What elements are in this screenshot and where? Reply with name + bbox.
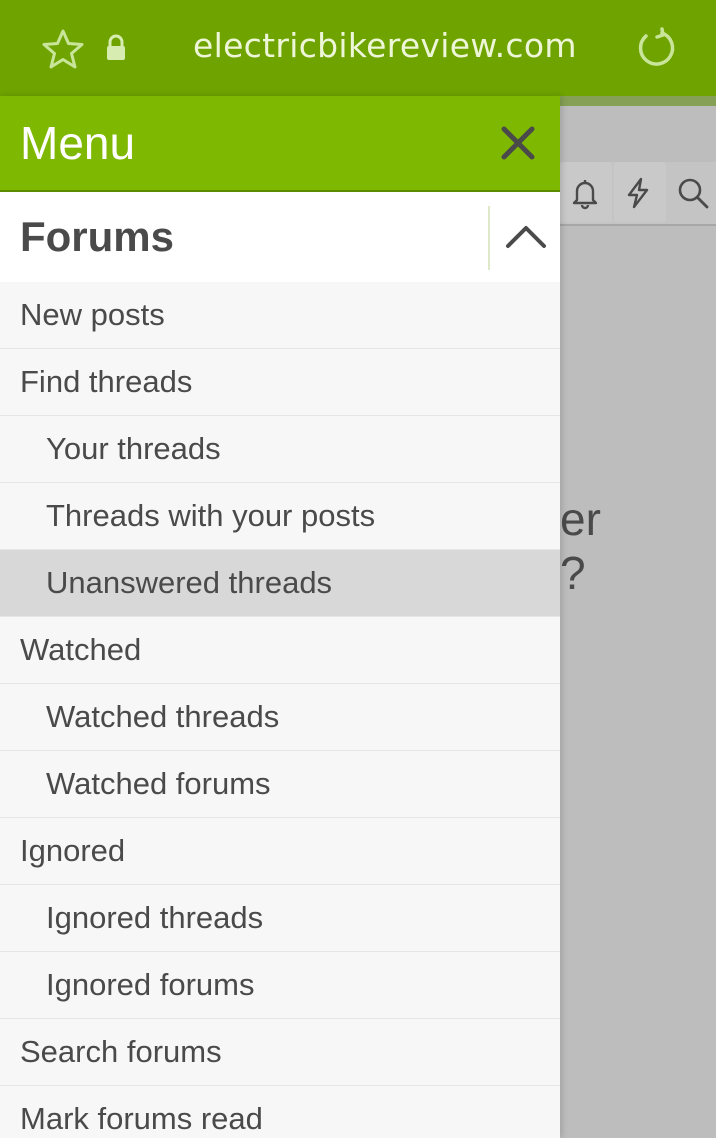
section-divider — [488, 206, 490, 270]
background-text-line-2: ? — [560, 547, 586, 599]
url-text[interactable]: electricbikereview.com — [193, 26, 577, 65]
menu-item-ignored[interactable]: Ignored — [0, 818, 560, 885]
close-icon — [501, 126, 535, 160]
drawer-title: Menu — [20, 117, 136, 169]
menu-item-your-threads[interactable]: Your threads — [0, 416, 560, 483]
section-header-forums[interactable]: Forums — [0, 192, 560, 282]
menu-item-watched[interactable]: Watched — [0, 617, 560, 684]
menu-item-ignored-forums[interactable]: Ignored forums — [0, 952, 560, 1019]
menu-item-ignored-threads[interactable]: Ignored threads — [0, 885, 560, 952]
menu-item-watched-threads[interactable]: Watched threads — [0, 684, 560, 751]
menu-item-search-forums[interactable]: Search forums — [0, 1019, 560, 1086]
drawer-header: Menu — [0, 96, 560, 192]
chevron-up-icon — [506, 226, 546, 248]
menu-item-new-posts[interactable]: New posts — [0, 282, 560, 349]
navigation-drawer: Menu Forums New posts Find threads Your th… — [0, 96, 560, 1138]
section-title[interactable]: Forums — [0, 213, 174, 261]
browser-url-bar: electricbikereview.com — [0, 0, 716, 96]
close-button[interactable] — [498, 123, 538, 163]
collapse-button[interactable] — [496, 212, 556, 262]
menu-item-find-threads[interactable]: Find threads — [0, 349, 560, 416]
menu-item-mark-forums-read[interactable]: Mark forums read — [0, 1086, 560, 1138]
background-nav-bar — [560, 162, 716, 226]
reload-icon[interactable] — [634, 26, 678, 70]
forums-menu-list: New posts Find threads Your threads Threads… — [0, 282, 560, 1138]
menu-item-watched-forums[interactable]: Watched forums — [0, 751, 560, 818]
background-text-line-1: er — [560, 493, 601, 545]
menu-item-unanswered-threads[interactable]: Unanswered threads — [0, 550, 560, 617]
bookmark-star-icon[interactable] — [42, 28, 84, 70]
menu-item-threads-with-your-posts[interactable]: Threads with your posts — [0, 483, 560, 550]
lock-icon — [104, 34, 128, 62]
